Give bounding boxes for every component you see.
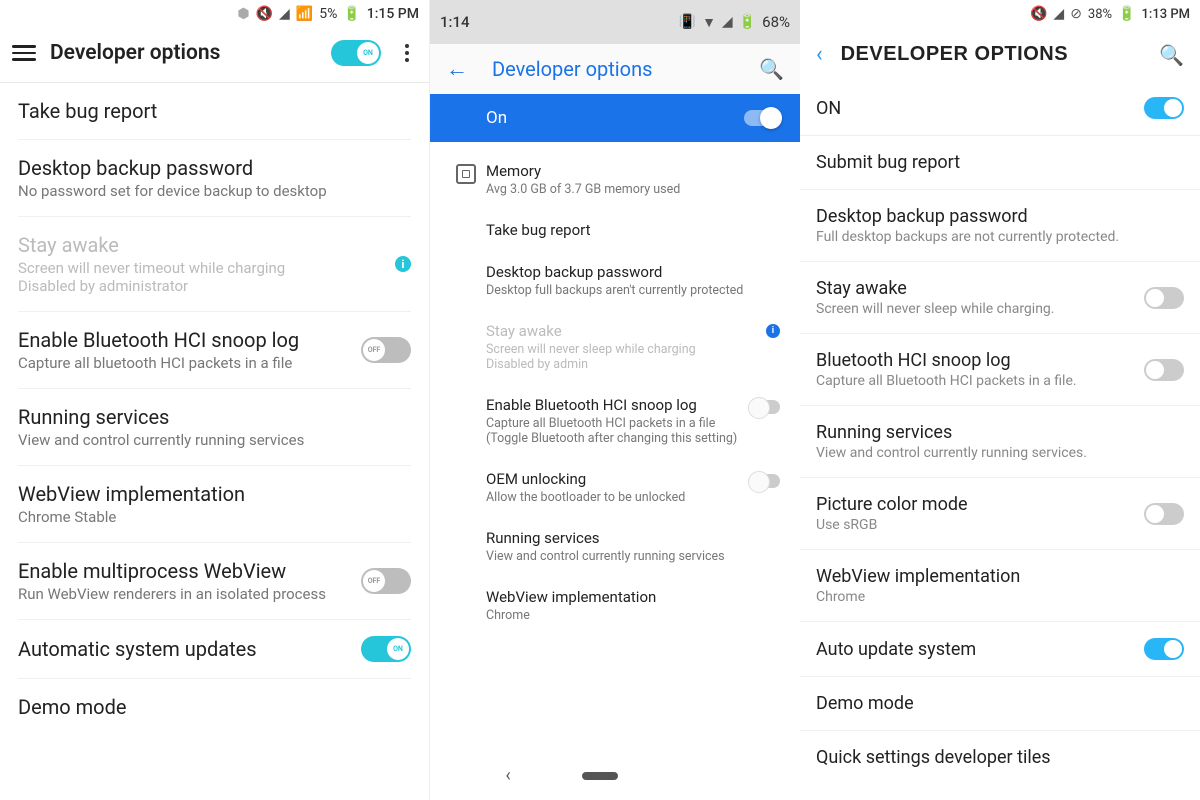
oem-toggle[interactable]	[750, 474, 780, 488]
phone-3: 🔇 ◢ ⊘ 38% 🔋 1:13 PM ‹ DEVELOPER OPTIONS …	[800, 0, 1200, 800]
item-mp-webview[interactable]: Enable multiprocess WebView Run WebView …	[18, 543, 411, 620]
search-icon[interactable]: 🔍	[759, 57, 784, 81]
settings-list: Take bug report Desktop backup password …	[0, 83, 429, 735]
master-toggle[interactable]: ON	[331, 40, 381, 66]
status-bar: 1:14 📳 ▼ ◢ 🔋 68%	[430, 0, 800, 44]
status-bar: 🔇 ◢ ⊘ 38% 🔋 1:13 PM	[800, 0, 1200, 28]
clock: 1:13 PM	[1142, 7, 1191, 22]
item-oem-unlock[interactable]: OEM unlocking Allow the bootloader to be…	[430, 458, 800, 517]
item-running-services[interactable]: Running services View and control curren…	[800, 406, 1200, 478]
nav-bar: ‹	[430, 765, 800, 786]
nav-home-icon[interactable]	[582, 772, 618, 780]
settings-list: Memory Avg 3.0 GB of 3.7 GB memory used …	[430, 142, 800, 635]
phone-1: ⬢ 🔇 ◢ 📶 5% 🔋 1:15 PM Developer options O…	[0, 0, 430, 800]
item-demo-mode[interactable]: Demo mode	[18, 679, 411, 735]
app-header: Developer options ON	[0, 28, 429, 83]
no-sim-icon: ⊘	[1070, 6, 1082, 22]
signal-icon: 📶	[296, 6, 313, 22]
item-bt-hci[interactable]: Bluetooth HCI snoop log Capture all Blue…	[800, 334, 1200, 406]
phone-2: 1:14 📳 ▼ ◢ 🔋 68% ← Developer options 🔍 O…	[430, 0, 800, 800]
item-bug-report[interactable]: Take bug report	[18, 83, 411, 140]
overflow-icon[interactable]	[397, 44, 417, 62]
item-webview-impl[interactable]: WebView implementation Chrome	[800, 550, 1200, 622]
bt-hci-toggle[interactable]	[750, 400, 780, 414]
battery-pct: 38%	[1088, 7, 1112, 22]
item-bug-report[interactable]: Submit bug report	[800, 136, 1200, 190]
signal-icon: ◢	[722, 14, 733, 30]
item-desktop-backup[interactable]: Desktop backup password Full desktop bac…	[800, 190, 1200, 262]
battery-pct: 5%	[319, 6, 337, 22]
item-memory[interactable]: Memory Avg 3.0 GB of 3.7 GB memory used	[430, 150, 800, 209]
clock: 1:14	[440, 13, 470, 31]
item-stay-awake[interactable]: Stay awake Screen will never sleep while…	[800, 262, 1200, 334]
item-running-services[interactable]: Running services View and control curren…	[18, 389, 411, 466]
item-running-services[interactable]: Running services View and control curren…	[430, 517, 800, 576]
item-auto-update[interactable]: Auto update system	[800, 622, 1200, 677]
mute-icon: 🔇	[256, 6, 273, 22]
item-webview-impl[interactable]: WebView implementation Chrome Stable	[18, 466, 411, 543]
clock: 1:15 PM	[367, 6, 419, 22]
battery-icon: 🔋	[343, 6, 360, 22]
wifi-icon: ◢	[1053, 6, 1064, 22]
wifi-icon: ▼	[702, 14, 716, 31]
mute-icon: 🔇	[1030, 6, 1047, 22]
back-icon[interactable]: ‹	[816, 42, 823, 67]
battery-icon: 🔋	[1118, 6, 1135, 22]
mp-webview-toggle[interactable]: OFF	[361, 568, 411, 594]
master-toggle[interactable]	[744, 110, 780, 126]
info-icon[interactable]: i	[766, 324, 780, 338]
wifi-icon: ◢	[279, 6, 290, 22]
picture-color-toggle[interactable]	[1144, 503, 1184, 525]
item-stay-awake: Stay awake Screen will never sleep while…	[430, 310, 800, 384]
page-title: Developer options	[50, 41, 331, 65]
app-header: ← Developer options 🔍	[430, 44, 800, 94]
status-bar: ⬢ 🔇 ◢ 📶 5% 🔋 1:15 PM	[0, 0, 429, 28]
master-toggle-row[interactable]: ON	[800, 81, 1200, 136]
master-toggle[interactable]	[1144, 97, 1184, 119]
item-bt-hci[interactable]: Enable Bluetooth HCI snoop log Capture a…	[430, 384, 800, 458]
app-header: ‹ DEVELOPER OPTIONS 🔍	[800, 28, 1200, 81]
search-icon[interactable]: 🔍	[1159, 43, 1184, 67]
chip-icon	[446, 162, 486, 184]
battery-icon: 🔋	[739, 14, 756, 30]
master-toggle-row[interactable]: On	[430, 94, 800, 142]
vibrate-icon: 📳	[679, 14, 696, 30]
auto-update-toggle[interactable]	[1144, 638, 1184, 660]
settings-list: Submit bug report Desktop backup passwor…	[800, 136, 1200, 784]
nav-back-icon[interactable]: ‹	[505, 765, 510, 786]
item-demo-mode[interactable]: Demo mode	[800, 677, 1200, 731]
item-stay-awake: Stay awake Screen will never timeout whi…	[18, 217, 411, 312]
item-desktop-backup[interactable]: Desktop backup password Desktop full bac…	[430, 251, 800, 310]
item-bt-hci[interactable]: Enable Bluetooth HCI snoop log Capture a…	[18, 312, 411, 389]
info-icon[interactable]: i	[395, 256, 411, 272]
auto-updates-toggle[interactable]: ON	[361, 636, 411, 662]
item-quick-tiles[interactable]: Quick settings developer tiles	[800, 731, 1200, 784]
toggle-label: ON	[357, 42, 379, 64]
item-desktop-backup[interactable]: Desktop backup password No password set …	[18, 140, 411, 217]
bt-hci-toggle[interactable]	[1144, 359, 1184, 381]
item-auto-updates[interactable]: Automatic system updates ON	[18, 620, 411, 679]
page-title: DEVELOPER OPTIONS	[841, 43, 1159, 66]
menu-icon[interactable]	[12, 45, 36, 61]
page-title: Developer options	[492, 57, 759, 81]
back-icon[interactable]: ←	[446, 56, 468, 82]
item-bug-report[interactable]: Take bug report	[430, 209, 800, 251]
item-webview-impl[interactable]: WebView implementation Chrome	[430, 576, 800, 635]
bt-hci-toggle[interactable]: OFF	[361, 337, 411, 363]
stay-awake-toggle[interactable]	[1144, 287, 1184, 309]
item-picture-color[interactable]: Picture color mode Use sRGB	[800, 478, 1200, 550]
battery-pct: 68%	[762, 13, 790, 31]
bluetooth-icon: ⬢	[237, 6, 249, 22]
